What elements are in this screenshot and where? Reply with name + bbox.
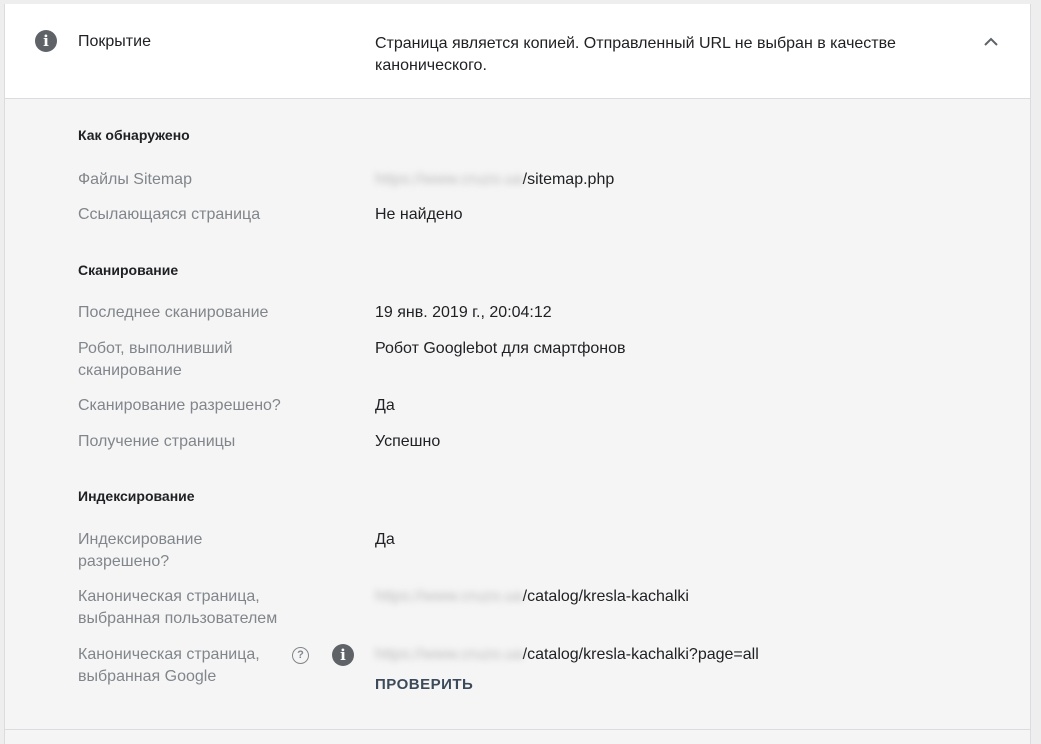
blurred-domain: https://www.cruzo.ua — [375, 588, 523, 605]
info-icon: i — [35, 30, 57, 52]
inspect-url-button[interactable]: ПРОВЕРИТЬ — [375, 676, 473, 693]
sitemaps-path: /sitemap.php — [522, 171, 615, 188]
coverage-header[interactable]: i Покрытие Страница является копией. Отп… — [5, 4, 1030, 99]
sitemaps-label: Файлы Sitemap — [78, 171, 192, 188]
section-title-discovery: Как обнаружено — [78, 127, 190, 143]
referring-page-value: Не найдено — [375, 206, 463, 223]
section-title-crawl: Сканирование — [78, 262, 179, 278]
coverage-status: Страница является копией. Отправленный U… — [375, 35, 896, 74]
chevron-up-icon[interactable] — [981, 32, 1001, 52]
last-crawl-label: Последнее сканирование — [78, 304, 269, 321]
page-fetch-label: Получение страницы — [78, 433, 236, 450]
google-canonical-label: Каноническая страница, выбранная Google — [78, 646, 260, 685]
google-canonical-path: /catalog/kresla-kachalki?page=all — [522, 646, 759, 663]
referring-page-label: Ссылающаяся страница — [78, 206, 261, 223]
crawl-allowed-label: Сканирование разрешено? — [78, 397, 281, 414]
crawl-allowed-value: Да — [375, 397, 395, 414]
user-canonical-label: Каноническая страница, выбранная пользов… — [78, 588, 278, 627]
google-canonical-value: https://www.cruzo.ua/catalog/kresla-kach… — [375, 644, 759, 666]
indexing-allowed-value: Да — [375, 531, 395, 548]
info-icon[interactable]: i — [332, 644, 354, 666]
divider — [5, 729, 1030, 730]
blurred-domain: https://www.cruzo.ua — [375, 171, 523, 188]
page-fetch-value: Успешно — [375, 433, 441, 450]
coverage-title: Покрытие — [78, 33, 151, 50]
user-canonical-path: /catalog/kresla-kachalki — [522, 588, 689, 605]
section-title-indexing: Индексирование — [78, 488, 195, 504]
crawler-value: Робот Googlebot для смартфонов — [375, 340, 626, 357]
coverage-panel: i Покрытие Страница является копией. Отп… — [4, 4, 1031, 744]
last-crawl-value: 19 янв. 2019 г., 20:04:12 — [375, 304, 552, 321]
sitemaps-value: https://www.cruzo.ua/sitemap.php — [375, 169, 614, 191]
user-canonical-value: https://www.cruzo.ua/catalog/kresla-kach… — [375, 586, 689, 608]
crawler-label: Робот, выполнивший сканирование — [78, 340, 233, 379]
blurred-domain: https://www.cruzo.ua — [375, 646, 523, 663]
indexing-allowed-label: Индексирование разрешено? — [78, 531, 203, 570]
help-icon[interactable]: ? — [292, 647, 309, 664]
